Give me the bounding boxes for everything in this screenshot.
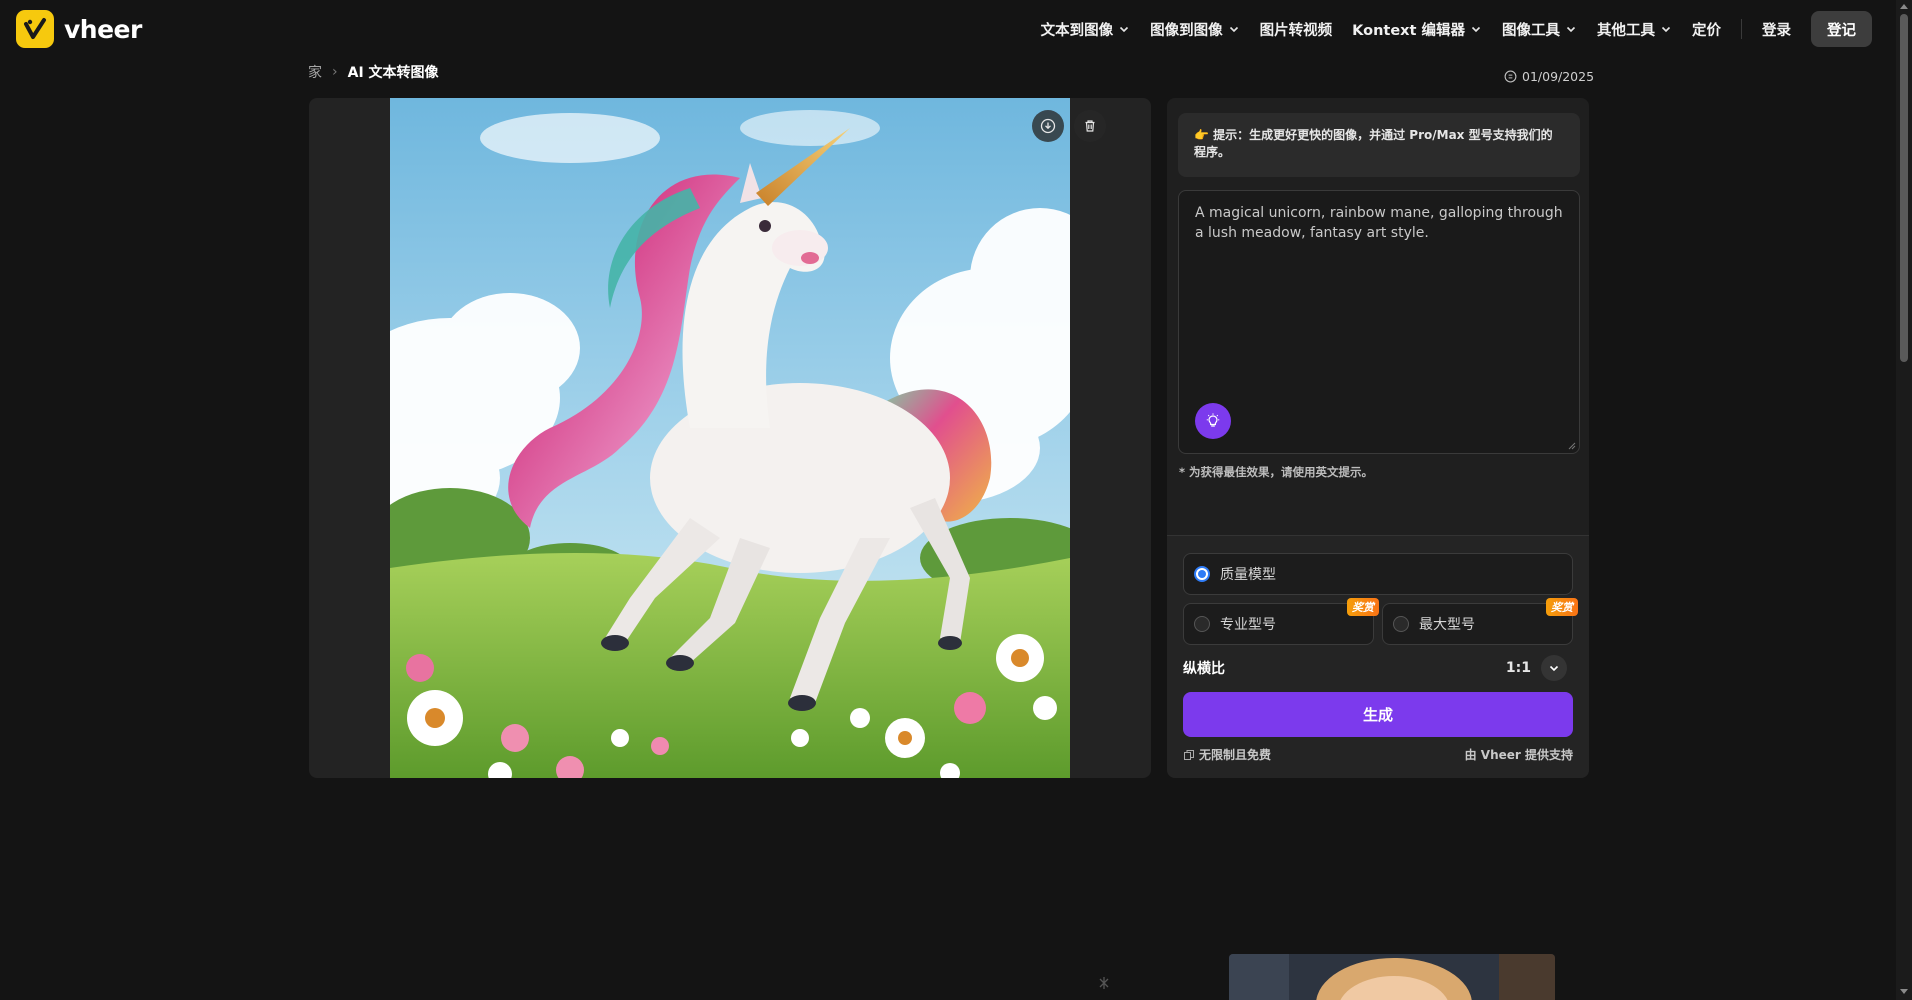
nav-item-label: 定价	[1692, 22, 1721, 39]
radio-selected[interactable]	[1194, 566, 1210, 582]
chevron-down-icon	[1229, 26, 1238, 33]
model-label: 质量模型	[1220, 567, 1276, 583]
copy-icon	[1184, 749, 1194, 760]
brand-name: vheer	[64, 14, 142, 44]
showcase-thumbnail[interactable]	[1229, 954, 1555, 1000]
download-button[interactable]	[1032, 110, 1064, 142]
radio-unselected[interactable]	[1194, 616, 1210, 632]
aspect-ratio-select[interactable]: 1:1	[1506, 655, 1567, 681]
login-link[interactable]: 登录	[1762, 19, 1791, 40]
pro-tip: 👉 提示：生成更好更快的图像，并通过 Pro/Max 型号支持我们的程序。	[1178, 113, 1580, 177]
nav-item-label: 其他工具	[1597, 22, 1655, 39]
aspect-ratio-label: 纵横比	[1183, 661, 1225, 677]
model-label: 专业型号	[1220, 617, 1276, 633]
scroll-down-icon[interactable]	[1899, 988, 1909, 996]
brand-logo[interactable]: vheer	[16, 10, 142, 48]
free-note-text: 无限制且免费	[1199, 748, 1272, 762]
nav-image-to-image[interactable]: 图像到图像	[1150, 19, 1240, 40]
nav-item-label: 图像到图像	[1150, 22, 1223, 39]
aspect-ratio-value: 1:1	[1505, 660, 1531, 676]
aspect-ratio-dropdown[interactable]	[1541, 655, 1567, 681]
breadcrumb: 家 › AI 文本转图像	[308, 62, 439, 82]
lightbulb-icon	[1206, 413, 1220, 427]
nav-image-to-video[interactable]: 图片转视频	[1260, 19, 1333, 40]
chevron-down-icon	[1566, 26, 1576, 33]
nav-divider	[1741, 19, 1742, 39]
nav-other-tools[interactable]: 其他工具	[1597, 19, 1672, 40]
model-option-quality[interactable]: 质量模型	[1183, 553, 1573, 595]
trash-icon	[1085, 120, 1095, 132]
generated-image[interactable]	[390, 98, 1070, 778]
prompt-input[interactable]: A magical unicorn, rainbow mane, gallopi…	[1178, 190, 1580, 454]
scroll-thumb[interactable]	[1900, 14, 1908, 362]
page-scrollbar[interactable]	[1896, 0, 1912, 1000]
resize-handle-icon[interactable]	[1568, 442, 1576, 450]
date-text: 01/09/2025	[1522, 69, 1595, 84]
delete-button[interactable]	[1074, 110, 1106, 142]
download-icon	[1040, 118, 1056, 134]
chevron-down-icon	[1120, 26, 1129, 33]
nav-image-tools[interactable]: 图像工具	[1502, 19, 1577, 40]
nav-item-label: 图片转视频	[1259, 22, 1333, 39]
prompt-idea-button[interactable]	[1195, 403, 1231, 439]
nav-text-to-image[interactable]: 文本到图像	[1041, 19, 1131, 40]
clock-icon	[1504, 70, 1517, 83]
generator-panel: 👉 提示：生成更好更快的图像，并通过 Pro/Max 型号支持我们的程序。 A …	[1167, 98, 1589, 778]
breadcrumb-home[interactable]: 家	[308, 62, 322, 82]
model-label: 最大型号	[1419, 617, 1475, 633]
generator-footer: 无限制且免费 由 Vheer 提供支持	[1183, 746, 1573, 763]
chevron-down-icon	[1471, 26, 1481, 33]
breadcrumb-separator-icon: ›	[332, 64, 338, 80]
nav-kontext-editor[interactable]: Kontext 编辑器	[1352, 19, 1482, 40]
main-menu: 文本到图像 图像到图像 图片转视频 Kontext 编辑器 图像工具 其他工具 …	[1021, 11, 1872, 47]
nav-pricing[interactable]: 定价	[1692, 19, 1721, 40]
nav-item-label: 文本到图像	[1040, 22, 1114, 39]
model-option-pro[interactable]: 专业型号 奖赏	[1183, 598, 1379, 645]
logo-icon	[16, 10, 54, 48]
prompt-text[interactable]: A magical unicorn, rainbow mane, gallopi…	[1195, 203, 1565, 243]
free-note: 无限制且免费	[1183, 746, 1271, 763]
nav-item-label: Kontext 编辑器	[1352, 22, 1465, 39]
scroll-up-icon[interactable]	[1899, 2, 1909, 10]
aspect-ratio-row: 纵横比 1:1	[1183, 654, 1567, 682]
date-stamp: 01/09/2025	[1504, 69, 1594, 84]
top-nav: vheer 文本到图像 图像到图像 图片转视频 Kontext 编辑器 图像工具…	[0, 0, 1896, 58]
result-image-panel	[309, 98, 1151, 778]
chevron-down-icon	[1661, 26, 1671, 33]
generate-button[interactable]: 生成	[1183, 692, 1573, 737]
breadcrumb-current: AI 文本转图像	[347, 65, 439, 81]
model-option-max[interactable]: 最大型号 奖赏	[1382, 598, 1578, 645]
radio-unselected[interactable]	[1393, 616, 1409, 632]
chevron-down-icon	[1549, 665, 1559, 672]
sparkle-icon	[1099, 977, 1109, 989]
reward-badge: 奖赏	[1546, 598, 1578, 616]
reward-badge: 奖赏	[1347, 598, 1379, 616]
nav-item-label: 图像工具	[1502, 22, 1560, 39]
signup-button[interactable]: 登记	[1811, 11, 1872, 47]
english-prompt-note: * 为获得最佳效果，请使用英文提示。	[1179, 465, 1374, 479]
powered-by: 由 Vheer 提供支持	[1464, 748, 1573, 762]
